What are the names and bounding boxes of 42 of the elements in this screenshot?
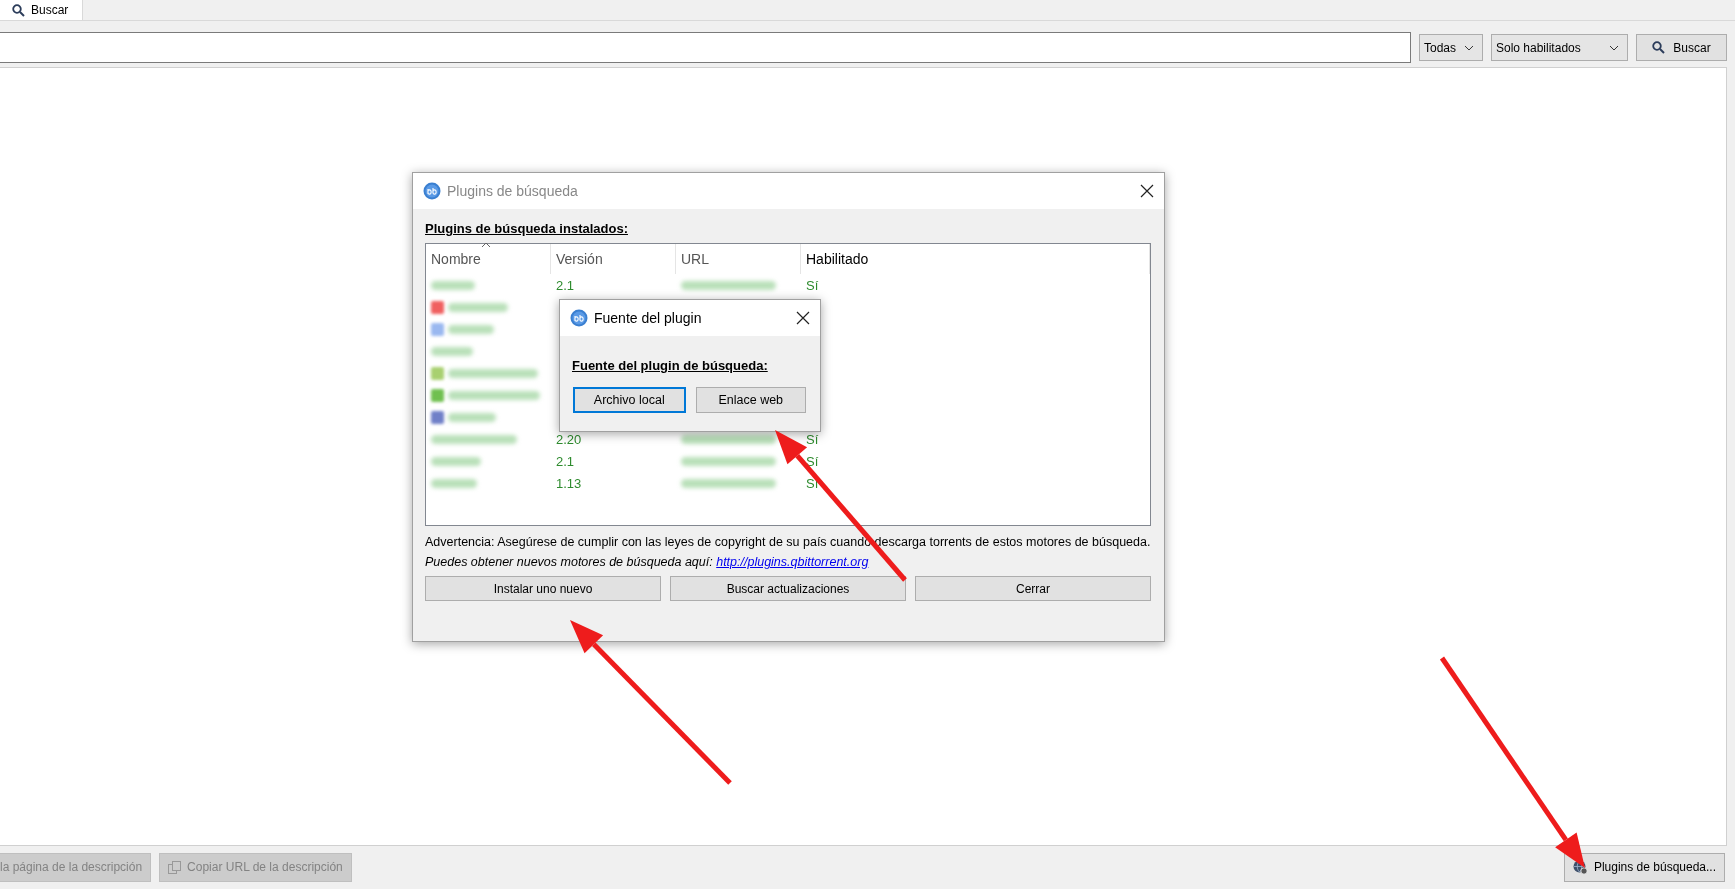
version-cell: 2.1 (556, 277, 575, 293)
check-updates-button[interactable]: Buscar actualizaciones (670, 576, 906, 601)
column-header[interactable]: Versión (551, 244, 676, 274)
blurred-name (431, 280, 475, 290)
version-cell: 2.20 (556, 431, 582, 447)
enabled-cell: Sí (806, 453, 819, 469)
enabled-cell: Sí (806, 277, 819, 293)
blurred-name (448, 412, 496, 422)
enabled-cell: Sí (806, 431, 819, 447)
category-dropdown[interactable]: Todas (1419, 34, 1483, 61)
source-label: Fuente del plugin de búsqueda: (572, 358, 769, 373)
search-icon (1652, 41, 1666, 54)
copy-icon (168, 860, 182, 874)
blurred-name (431, 478, 477, 488)
column-header[interactable]: URL (676, 244, 801, 274)
install-button[interactable]: Instalar uno nuevo (425, 576, 661, 601)
section-label: Plugins de búsqueda instalados: (425, 221, 629, 236)
plugin-filter-dropdown[interactable]: Solo habilitados (1491, 34, 1628, 61)
search-icon (12, 3, 25, 17)
close-icon[interactable] (796, 311, 810, 325)
search-button[interactable]: Buscar (1636, 34, 1727, 61)
plugins-link[interactable]: http://plugins.qbittorrent.org (716, 555, 869, 569)
search-field[interactable] (0, 32, 1411, 63)
app-logo-icon (570, 309, 588, 327)
version-cell: 2.1 (556, 453, 575, 469)
column-header[interactable]: Nombre (426, 244, 551, 274)
blurred-name (448, 324, 494, 334)
app-logo-icon (423, 182, 441, 200)
close-icon[interactable] (1140, 184, 1154, 198)
plugins-hint: Puedes obtener nuevos motores de búsqueda aquí: http://plugins.qbittorrent.org (425, 555, 870, 569)
search-tab[interactable]: Buscar (0, 0, 84, 21)
dialog-title: Plugins de búsqueda (447, 183, 579, 199)
version-cell: 1.13 (556, 475, 582, 491)
web-link-button[interactable]: Enlace web (695, 387, 806, 413)
local-file-button[interactable]: Archivo local (573, 387, 686, 413)
column-header[interactable]: Habilitado (801, 244, 1150, 274)
close-button[interactable]: Cerrar (915, 576, 1151, 601)
blurred-name (431, 456, 481, 466)
search-plugins-button[interactable]: Plugins de búsqueda... (1563, 852, 1725, 882)
blurred-name (431, 346, 473, 356)
dialog-title: Fuente del plugin (594, 310, 703, 326)
blurred-name (448, 302, 508, 312)
